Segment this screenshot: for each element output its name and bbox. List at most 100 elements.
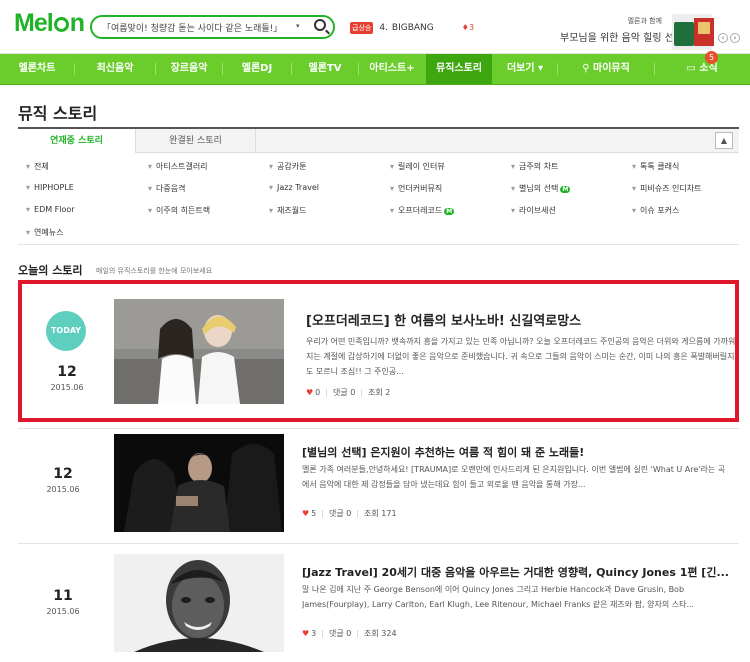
story-day: 12 xyxy=(57,364,77,380)
story-row[interactable]: 11 2015.06 [Jazz Travel] 20세기 대중 음악을 아우르… xyxy=(18,552,739,662)
story-thumbnail[interactable] xyxy=(114,434,284,532)
logo-text: Mel xyxy=(14,9,54,37)
nav-more[interactable]: 더보기 ▾ xyxy=(493,54,557,84)
promo-prev-button[interactable]: ‹ xyxy=(718,33,728,43)
search-box: ▾ xyxy=(90,15,335,39)
promo-image[interactable] xyxy=(672,14,714,50)
story-description: 말 나온 김에 지난 주 George Benson에 이어 Quincy Jo… xyxy=(302,585,695,609)
category-item[interactable]: 릴레이 인터뷰 xyxy=(390,161,445,172)
nav-melon-tv[interactable]: 멜론TV xyxy=(292,54,358,84)
story-title[interactable]: [오프더레코드] 한 여름의 보사노바! 신길역로망스 xyxy=(306,310,736,329)
category-item[interactable]: 이주의 히든트랙 xyxy=(148,205,210,216)
story-thumbnail[interactable] xyxy=(114,554,284,652)
coffee-cup-icon xyxy=(674,22,694,46)
like-count: 5 xyxy=(311,509,317,518)
category-label: 톡톡 클래식 xyxy=(640,162,680,171)
m-badge-icon: M xyxy=(444,208,455,215)
nav-melon-chart[interactable]: 멜론차트 xyxy=(0,54,74,84)
category-item[interactable]: 피비슈즈 인디차트 xyxy=(632,183,701,194)
category-item[interactable]: 재즈월드 xyxy=(269,205,306,216)
story-date: 12 2015.06 xyxy=(22,364,112,392)
story-title[interactable]: [Jazz Travel] 20세기 대중 음악을 아우르는 거대한 영향력, … xyxy=(302,564,732,580)
category-item[interactable]: 금주의 차트 xyxy=(511,161,558,172)
story-meta: ♥ 3 | 댓글 0 | 조회 324 xyxy=(302,629,397,638)
heart-icon[interactable]: ♥ xyxy=(306,388,313,397)
today-story-subtitle: 매일의 뮤직스토리를 한눈에 모아보세요 xyxy=(96,267,213,275)
category-label: 아티스트갤러리 xyxy=(156,162,208,171)
heart-icon[interactable]: ♥ xyxy=(302,629,309,638)
collapse-toggle-icon[interactable]: ▲ xyxy=(715,132,733,149)
realtime-rank[interactable]: 급상승 4. BIGBANG ♦3 xyxy=(350,22,474,34)
category-item[interactable]: 공감카툰 xyxy=(269,161,306,172)
category-label: EDM Floor xyxy=(34,205,75,214)
tab-ongoing[interactable]: 연재중 스토리 xyxy=(18,129,136,153)
search-input[interactable] xyxy=(102,20,297,34)
category-item[interactable]: 라이브세션 xyxy=(511,205,556,216)
category-item[interactable]: 오프더레코드M xyxy=(390,205,455,216)
category-item[interactable]: 전체 xyxy=(26,161,49,172)
story-row[interactable]: TODAY 12 2015.06 [오프더레코드] 한 여름의 보사노바! 신길… xyxy=(18,280,739,422)
like-count: 3 xyxy=(311,629,317,638)
today-badge: TODAY xyxy=(46,311,86,351)
promo-banner-text[interactable]: 멜론과 함께 부모님을 위한 음악 힐링 선물을! xyxy=(560,16,697,44)
category-label: 이주의 히든트랙 xyxy=(156,206,211,215)
story-description: 멜론 가족 여러분들,안녕하세요! [TRAUMA]로 오랜만에 인사드리게 된… xyxy=(302,465,726,489)
my-music-icon: ⚲ xyxy=(582,63,593,74)
category-label: Jazz Travel xyxy=(277,183,319,192)
comment-count[interactable]: 댓글 0 xyxy=(329,629,351,638)
main-nav: 멜론차트 최신음악 장르음악 멜론DJ 멜론TV 아티스트+ 뮤직스토리 더보기… xyxy=(0,54,750,85)
category-item[interactable]: 언더커버뮤직 xyxy=(390,183,442,194)
category-item[interactable]: 별님의 선택M xyxy=(511,183,571,194)
category-item[interactable]: EDM Floor xyxy=(26,205,75,214)
category-label: 별님의 선택 xyxy=(519,184,559,193)
story-tabs: 연재중 스토리 완결된 스토리 ▲ xyxy=(18,127,739,153)
nav-artist-plus[interactable]: 아티스트+ xyxy=(359,54,425,84)
story-ym: 2015.06 xyxy=(46,607,80,616)
story-photo xyxy=(114,554,284,652)
promo-nav: ‹ › xyxy=(718,33,742,43)
story-photo xyxy=(114,434,284,532)
nav-genre[interactable]: 장르음악 xyxy=(156,54,222,84)
search-dropdown-icon[interactable]: ▾ xyxy=(296,22,300,30)
category-label: 라이브세션 xyxy=(519,206,556,215)
nav-melon-dj[interactable]: 멜론DJ xyxy=(223,54,291,84)
category-label: 오프더레코드 xyxy=(398,206,443,215)
promo-next-button[interactable]: › xyxy=(730,33,740,43)
nav-news[interactable]: ▭ 소식 xyxy=(655,54,749,84)
category-label: 재즈월드 xyxy=(277,206,307,215)
story-title[interactable]: [별님의 선택] 은지원이 추천하는 여름 적 힘이 돼 준 노래들! xyxy=(302,444,732,460)
nav-my-music[interactable]: ⚲ 마이뮤직 xyxy=(558,54,654,84)
logo-circle-icon xyxy=(53,17,69,32)
category-item[interactable]: 아티스트갤러리 xyxy=(148,161,208,172)
story-meta: ♥ 5 | 댓글 0 | 조회 171 xyxy=(302,509,397,518)
category-item[interactable]: 이슈 포커스 xyxy=(632,205,679,216)
story-ym: 2015.06 xyxy=(50,383,84,392)
category-label: 피비슈즈 인디차트 xyxy=(640,184,702,193)
category-list: 전체 아티스트갤러리 공감카툰 릴레이 인터뷰 금주의 차트 톡톡 클래식 HI… xyxy=(18,153,739,245)
story-day: 12 xyxy=(53,466,73,482)
category-label: 공감카툰 xyxy=(277,162,307,171)
category-item[interactable]: 연예뉴스 xyxy=(26,227,63,238)
category-item[interactable]: 톡톡 클래식 xyxy=(632,161,679,172)
m-badge-icon: M xyxy=(560,186,571,193)
nav-music-story[interactable]: 뮤직스토리 xyxy=(426,54,492,84)
view-count: 조회 171 xyxy=(364,509,397,518)
promo-line2: 부모님을 위한 음악 힐링 선물을! xyxy=(560,33,697,44)
rank-artist[interactable]: BIGBANG xyxy=(392,23,434,33)
comment-count[interactable]: 댓글 0 xyxy=(333,388,355,397)
category-item[interactable]: Jazz Travel xyxy=(269,183,319,192)
page-title: 뮤직 스토리 xyxy=(18,104,98,123)
comment-count[interactable]: 댓글 0 xyxy=(329,509,351,518)
melon-logo[interactable]: Mel n xyxy=(14,9,85,38)
story-row[interactable]: 12 2015.06 [별님의 선택] 은지원이 추천하는 여름 적 힘이 돼 … xyxy=(18,432,739,534)
category-label: 언더커버뮤직 xyxy=(398,184,443,193)
category-item[interactable]: 다중음격 xyxy=(148,183,185,194)
news-icon: ▭ xyxy=(686,63,700,74)
story-thumbnail[interactable] xyxy=(114,299,284,404)
category-item[interactable]: HIPHOPLE xyxy=(26,183,74,192)
heart-icon[interactable]: ♥ xyxy=(302,509,309,518)
search-icon[interactable] xyxy=(314,19,326,31)
nav-new-music[interactable]: 최신음악 xyxy=(75,54,155,84)
category-label: 전체 xyxy=(34,162,49,171)
tab-completed[interactable]: 완결된 스토리 xyxy=(136,129,256,153)
